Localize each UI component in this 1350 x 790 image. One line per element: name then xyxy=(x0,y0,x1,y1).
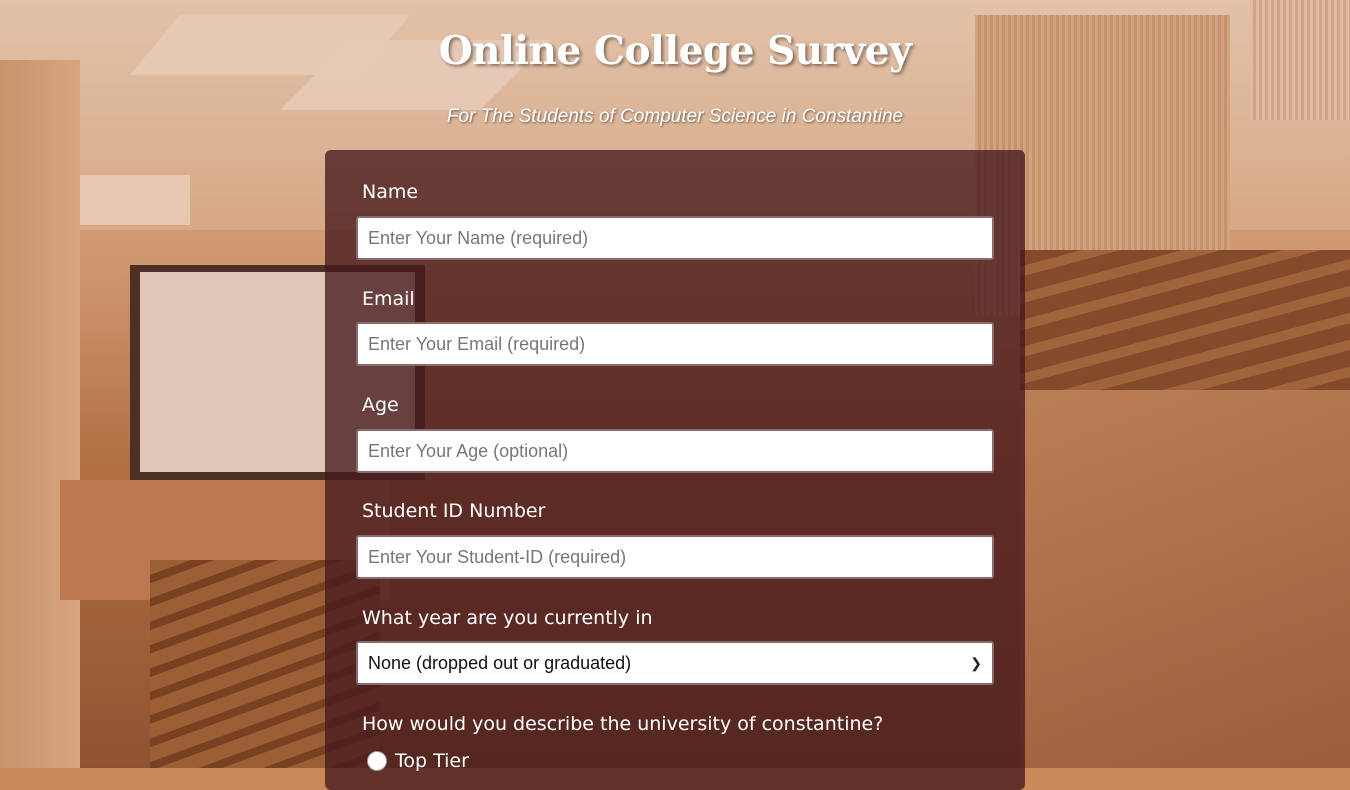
student-id-input[interactable] xyxy=(356,535,994,579)
page-subtitle: For The Students of Computer Science in … xyxy=(446,106,904,127)
survey-form: Name Email Age Student ID Number What ye… xyxy=(325,150,1025,790)
chevron-down-icon: ❯ xyxy=(970,654,982,671)
student-id-label: Student ID Number xyxy=(362,500,546,522)
age-label: Age xyxy=(362,394,399,416)
radio-button[interactable] xyxy=(367,751,387,771)
email-label: Email xyxy=(362,288,415,310)
radio-option-label: Top Tier xyxy=(395,750,469,772)
year-select-value: None (dropped out or graduated) xyxy=(368,652,632,673)
name-input[interactable] xyxy=(356,216,994,260)
year-label: What year are you currently in xyxy=(362,607,653,629)
name-label: Name xyxy=(362,181,419,203)
year-select[interactable]: None (dropped out or graduated) ❯ xyxy=(356,641,994,685)
age-input[interactable] xyxy=(356,429,994,473)
page-title: Online College Survey xyxy=(438,28,912,74)
university-question: How would you describe the university of… xyxy=(362,713,884,735)
radio-option-top-tier[interactable]: Top Tier xyxy=(367,750,469,772)
email-input[interactable] xyxy=(356,322,994,366)
